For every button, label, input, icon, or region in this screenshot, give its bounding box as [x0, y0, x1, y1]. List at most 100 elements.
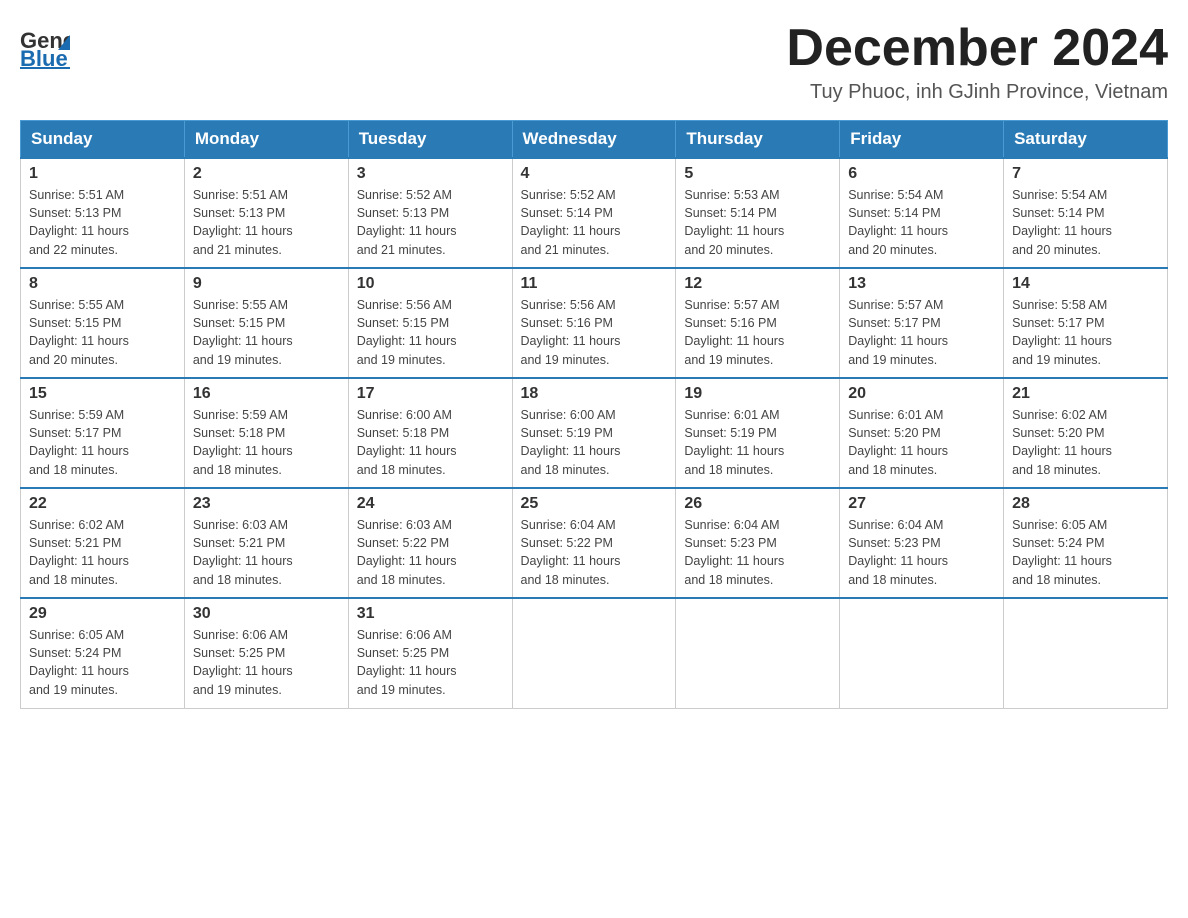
calendar-cell: 31 Sunrise: 6:06 AMSunset: 5:25 PMDayligh…	[348, 598, 512, 708]
day-number: 23	[193, 495, 340, 513]
calendar-cell: 17Sunrise: 6:00 AMSunset: 5:18 PMDayligh…	[348, 378, 512, 488]
day-info: Sunrise: 5:55 AMSunset: 5:15 PMDaylight:…	[193, 296, 340, 369]
day-number: 31	[357, 605, 504, 623]
calendar-cell: 22Sunrise: 6:02 AMSunset: 5:21 PMDayligh…	[21, 488, 185, 598]
calendar-cell: 6Sunrise: 5:54 AMSunset: 5:14 PMDaylight…	[840, 158, 1004, 268]
weekday-header-row: SundayMondayTuesdayWednesdayThursdayFrid…	[21, 121, 1168, 159]
day-info: Sunrise: 5:57 AMSunset: 5:17 PMDaylight:…	[848, 296, 995, 369]
day-info: Sunrise: 6:02 AMSunset: 5:21 PMDaylight:…	[29, 516, 176, 589]
calendar-cell: 4 Sunrise: 5:52 AMSunset: 5:14 PMDaylight…	[512, 158, 676, 268]
day-info: Sunrise: 5:56 AMSunset: 5:16 PMDaylight:…	[521, 296, 668, 369]
calendar-cell: 25 Sunrise: 6:04 AMSunset: 5:22 PMDayligh…	[512, 488, 676, 598]
day-info: Sunrise: 6:01 AMSunset: 5:19 PMDaylight:…	[684, 406, 831, 479]
title-area: December 2024 Tuy Phuoc, inh GJinh Provi…	[786, 20, 1168, 104]
day-number: 30	[193, 605, 340, 623]
day-number: 25	[521, 495, 668, 513]
weekday-header-thursday: Thursday	[676, 121, 840, 159]
calendar-cell: 11Sunrise: 5:56 AMSunset: 5:16 PMDayligh…	[512, 268, 676, 378]
calendar-cell	[1004, 598, 1168, 708]
day-number: 20	[848, 385, 995, 403]
calendar-cell: 23 Sunrise: 6:03 AMSunset: 5:21 PMDayligh…	[184, 488, 348, 598]
weekday-header-sunday: Sunday	[21, 121, 185, 159]
day-number: 19	[684, 385, 831, 403]
week-row-2: 8Sunrise: 5:55 AMSunset: 5:15 PMDaylight…	[21, 268, 1168, 378]
day-number: 29	[29, 605, 176, 623]
calendar-cell: 16 Sunrise: 5:59 AMSunset: 5:18 PMDayligh…	[184, 378, 348, 488]
day-info: Sunrise: 6:05 AMSunset: 5:24 PMDaylight:…	[1012, 516, 1159, 589]
day-info: Sunrise: 6:06 AMSunset: 5:25 PMDaylight:…	[357, 626, 504, 699]
calendar-cell: 26 Sunrise: 6:04 AMSunset: 5:23 PMDayligh…	[676, 488, 840, 598]
day-number: 21	[1012, 385, 1159, 403]
calendar-cell: 20Sunrise: 6:01 AMSunset: 5:20 PMDayligh…	[840, 378, 1004, 488]
day-info: Sunrise: 5:52 AMSunset: 5:13 PMDaylight:…	[357, 186, 504, 259]
day-info: Sunrise: 5:54 AMSunset: 5:14 PMDaylight:…	[1012, 186, 1159, 259]
day-info: Sunrise: 5:58 AMSunset: 5:17 PMDaylight:…	[1012, 296, 1159, 369]
day-info: Sunrise: 6:03 AMSunset: 5:22 PMDaylight:…	[357, 516, 504, 589]
calendar-cell: 27 Sunrise: 6:04 AMSunset: 5:23 PMDayligh…	[840, 488, 1004, 598]
day-info: Sunrise: 6:03 AMSunset: 5:21 PMDaylight:…	[193, 516, 340, 589]
day-number: 13	[848, 275, 995, 293]
calendar-cell: 21 Sunrise: 6:02 AMSunset: 5:20 PMDayligh…	[1004, 378, 1168, 488]
day-info: Sunrise: 6:05 AMSunset: 5:24 PMDaylight:…	[29, 626, 176, 699]
calendar-cell: 19 Sunrise: 6:01 AMSunset: 5:19 PMDayligh…	[676, 378, 840, 488]
calendar-cell: 14 Sunrise: 5:58 AMSunset: 5:17 PMDayligh…	[1004, 268, 1168, 378]
day-info: Sunrise: 5:55 AMSunset: 5:15 PMDaylight:…	[29, 296, 176, 369]
day-info: Sunrise: 5:51 AMSunset: 5:13 PMDaylight:…	[193, 186, 340, 259]
day-info: Sunrise: 5:53 AMSunset: 5:14 PMDaylight:…	[684, 186, 831, 259]
day-info: Sunrise: 5:59 AMSunset: 5:17 PMDaylight:…	[29, 406, 176, 479]
day-number: 27	[848, 495, 995, 513]
calendar-cell: 9 Sunrise: 5:55 AMSunset: 5:15 PMDaylight…	[184, 268, 348, 378]
day-number: 12	[684, 275, 831, 293]
calendar-cell: 10Sunrise: 5:56 AMSunset: 5:15 PMDayligh…	[348, 268, 512, 378]
calendar-cell: 7Sunrise: 5:54 AMSunset: 5:14 PMDaylight…	[1004, 158, 1168, 268]
day-number: 28	[1012, 495, 1159, 513]
month-title: December 2024	[786, 20, 1168, 77]
calendar-cell: 8Sunrise: 5:55 AMSunset: 5:15 PMDaylight…	[21, 268, 185, 378]
calendar-cell	[512, 598, 676, 708]
day-number: 14	[1012, 275, 1159, 293]
day-info: Sunrise: 6:06 AMSunset: 5:25 PMDaylight:…	[193, 626, 340, 699]
day-number: 6	[848, 165, 995, 183]
location-subtitle: Tuy Phuoc, inh GJinh Province, Vietnam	[786, 81, 1168, 104]
day-number: 2	[193, 165, 340, 183]
day-number: 26	[684, 495, 831, 513]
weekday-header-tuesday: Tuesday	[348, 121, 512, 159]
calendar-cell	[676, 598, 840, 708]
calendar-cell: 3 Sunrise: 5:52 AMSunset: 5:13 PMDaylight…	[348, 158, 512, 268]
week-row-5: 29 Sunrise: 6:05 AMSunset: 5:24 PMDayligh…	[21, 598, 1168, 708]
day-number: 24	[357, 495, 504, 513]
day-number: 3	[357, 165, 504, 183]
day-number: 9	[193, 275, 340, 293]
calendar-cell: 5 Sunrise: 5:53 AMSunset: 5:14 PMDaylight…	[676, 158, 840, 268]
week-row-1: 1 Sunrise: 5:51 AMSunset: 5:13 PMDaylight…	[21, 158, 1168, 268]
day-number: 1	[29, 165, 176, 183]
weekday-header-wednesday: Wednesday	[512, 121, 676, 159]
day-info: Sunrise: 6:02 AMSunset: 5:20 PMDaylight:…	[1012, 406, 1159, 479]
day-info: Sunrise: 5:52 AMSunset: 5:14 PMDaylight:…	[521, 186, 668, 259]
day-info: Sunrise: 6:04 AMSunset: 5:22 PMDaylight:…	[521, 516, 668, 589]
calendar-cell: 2 Sunrise: 5:51 AMSunset: 5:13 PMDaylight…	[184, 158, 348, 268]
svg-text:Blue: Blue	[20, 46, 68, 70]
day-number: 16	[193, 385, 340, 403]
day-number: 18	[521, 385, 668, 403]
week-row-4: 22Sunrise: 6:02 AMSunset: 5:21 PMDayligh…	[21, 488, 1168, 598]
weekday-header-saturday: Saturday	[1004, 121, 1168, 159]
day-info: Sunrise: 5:59 AMSunset: 5:18 PMDaylight:…	[193, 406, 340, 479]
day-info: Sunrise: 6:04 AMSunset: 5:23 PMDaylight:…	[684, 516, 831, 589]
day-number: 5	[684, 165, 831, 183]
calendar-cell: 15Sunrise: 5:59 AMSunset: 5:17 PMDayligh…	[21, 378, 185, 488]
calendar-cell: 30 Sunrise: 6:06 AMSunset: 5:25 PMDayligh…	[184, 598, 348, 708]
week-row-3: 15Sunrise: 5:59 AMSunset: 5:17 PMDayligh…	[21, 378, 1168, 488]
day-info: Sunrise: 5:51 AMSunset: 5:13 PMDaylight:…	[29, 186, 176, 259]
weekday-header-monday: Monday	[184, 121, 348, 159]
calendar-cell: 29 Sunrise: 6:05 AMSunset: 5:24 PMDayligh…	[21, 598, 185, 708]
day-info: Sunrise: 5:57 AMSunset: 5:16 PMDaylight:…	[684, 296, 831, 369]
page-header: General Blue December 2024 Tuy Phuoc, in…	[20, 20, 1168, 104]
weekday-header-friday: Friday	[840, 121, 1004, 159]
day-number: 10	[357, 275, 504, 293]
calendar-cell: 13 Sunrise: 5:57 AMSunset: 5:17 PMDayligh…	[840, 268, 1004, 378]
day-number: 4	[521, 165, 668, 183]
calendar-cell: 12 Sunrise: 5:57 AMSunset: 5:16 PMDayligh…	[676, 268, 840, 378]
day-info: Sunrise: 6:04 AMSunset: 5:23 PMDaylight:…	[848, 516, 995, 589]
calendar-table: SundayMondayTuesdayWednesdayThursdayFrid…	[20, 120, 1168, 709]
